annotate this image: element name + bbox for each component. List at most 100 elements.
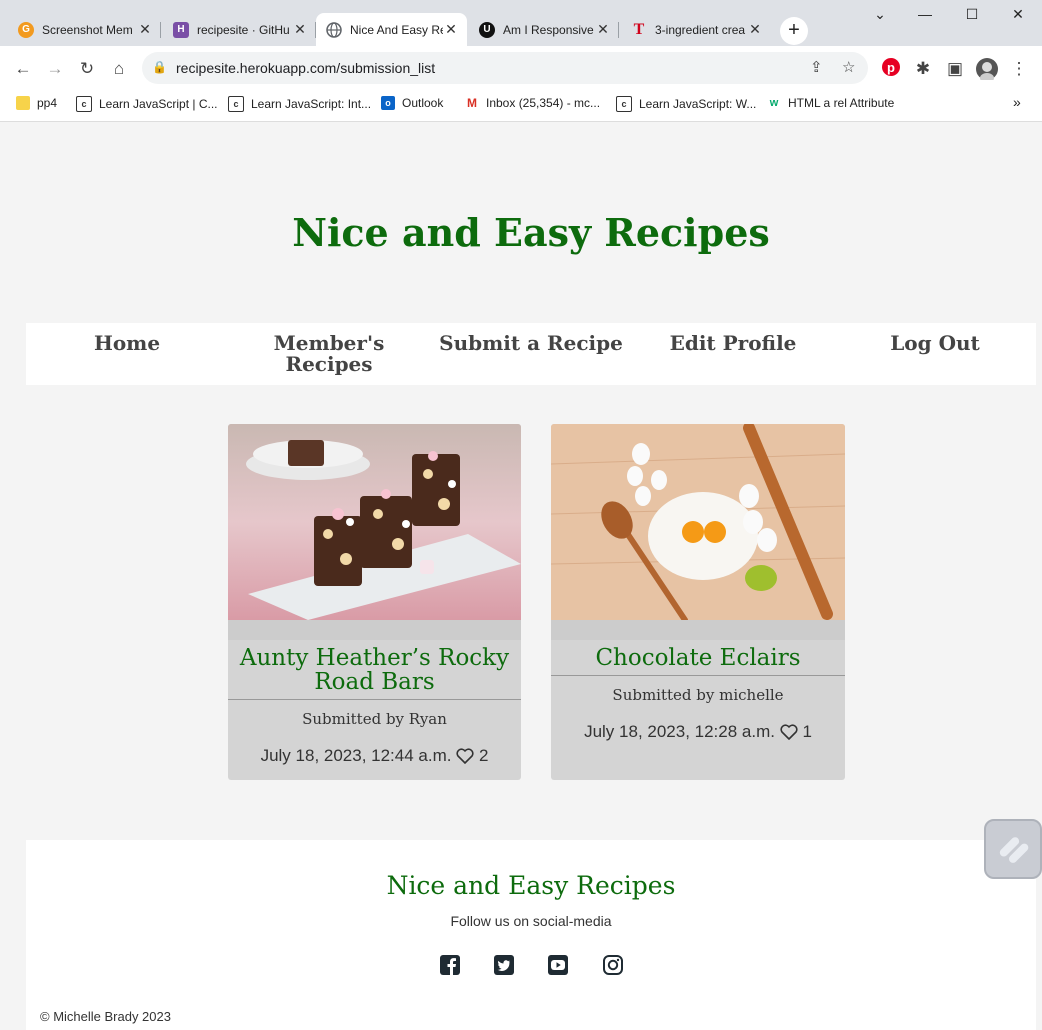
folder-icon xyxy=(16,96,30,110)
nav-members-recipes[interactable]: Member's Recipes xyxy=(228,333,430,375)
bookmark-label: Outlook xyxy=(402,96,444,110)
site-title[interactable]: Nice and Easy Recipes xyxy=(0,210,1042,255)
close-tab-icon[interactable]: ✕ xyxy=(595,21,611,38)
bookmark-outlook[interactable]: o Outlook xyxy=(381,96,443,110)
facebook-icon[interactable] xyxy=(439,954,461,976)
instagram-icon[interactable] xyxy=(602,954,624,976)
bookmark-learn-js-3[interactable]: c Learn JavaScript: W... xyxy=(616,96,756,112)
pinterest-extension-icon[interactable]: p xyxy=(880,58,902,80)
t-favicon-icon: T xyxy=(633,20,645,38)
profile-avatar[interactable] xyxy=(976,58,998,83)
tab-title: Am I Responsive xyxy=(503,22,594,37)
copyright-text: © Michelle Brady 2023 xyxy=(40,1009,171,1024)
nav-submit-recipe[interactable]: Submit a Recipe xyxy=(430,333,632,354)
eclairs-image[interactable] xyxy=(551,424,845,620)
bookmark-star-icon[interactable]: ☆ xyxy=(842,58,855,76)
recipe-title[interactable]: Chocolate Eclairs xyxy=(551,646,845,670)
tab-nice-and-easy[interactable]: Nice And Easy Re ✕ xyxy=(316,13,467,46)
tab-title: Nice And Easy Re xyxy=(350,22,443,37)
close-window-icon[interactable]: ✕ xyxy=(1008,6,1028,23)
recipe-meta: July 18, 2023, 12:44 a.m. 2 xyxy=(228,746,521,769)
bookmark-html-rel[interactable]: w HTML a rel Attribute xyxy=(767,96,895,110)
nav-members-line2: Recipes xyxy=(285,352,373,376)
nav-log-out[interactable]: Log Out xyxy=(834,333,1036,354)
close-tab-icon[interactable]: ✕ xyxy=(443,21,459,38)
bookmark-label: Inbox (25,354) - mc... xyxy=(486,96,601,110)
back-icon[interactable]: ← xyxy=(12,58,34,80)
card-divider xyxy=(228,699,521,700)
tab-title: 3-ingredient crea xyxy=(655,22,746,37)
bookmark-pp4[interactable]: pp4 xyxy=(16,96,57,110)
svg-text:p: p xyxy=(887,60,895,75)
site-footer: Nice and Easy Recipes Follow us on socia… xyxy=(26,840,1036,1030)
heroku-favicon-icon: H xyxy=(173,21,189,38)
submitted-by: Submitted by michelle xyxy=(612,686,784,704)
tab-am-i-responsive[interactable]: U Am I Responsive ✕ xyxy=(469,13,619,46)
bookmark-label: pp4 xyxy=(37,96,58,110)
nav-edit-profile[interactable]: Edit Profile xyxy=(632,333,834,354)
recipe-card[interactable]: Chocolate Eclairs Submitted by michelle … xyxy=(551,424,845,780)
submitted-by: Submitted by Ryan xyxy=(302,710,447,728)
screenshot-favicon-icon: G xyxy=(18,21,34,38)
nav-home[interactable]: Home xyxy=(26,333,228,354)
main-nav: Home Member's Recipes Submit a Recipe Ed… xyxy=(26,323,1036,385)
new-tab-button[interactable]: + xyxy=(780,17,808,45)
recipe-title[interactable]: Aunty Heather’s Rocky Road Bars xyxy=(228,646,521,694)
tab-3-ingredient[interactable]: T 3-ingredient crea ✕ xyxy=(621,13,771,46)
gmail-icon: M xyxy=(467,96,477,110)
codecademy-icon: c xyxy=(228,96,244,112)
outlook-icon: o xyxy=(381,96,395,110)
likes-count: 2 xyxy=(478,746,489,765)
twitter-icon[interactable] xyxy=(493,954,515,976)
tab-title: recipesite · GitHu xyxy=(197,22,290,37)
recipe-card[interactable]: Aunty Heather’s Rocky Road Bars Submitte… xyxy=(228,424,521,780)
forward-icon[interactable]: → xyxy=(44,58,66,80)
bookmark-label: HTML a rel Attribute xyxy=(788,96,895,110)
close-tab-icon[interactable]: ✕ xyxy=(747,21,763,38)
tab-screenshot[interactable]: G Screenshot Mem ✕ xyxy=(8,13,161,46)
floating-extension-button[interactable] xyxy=(984,819,1042,879)
reload-icon[interactable]: ↻ xyxy=(76,58,98,80)
heart-icon[interactable] xyxy=(780,724,798,745)
browser-toolbar: ← → ↻ ⌂ 🔒 recipesite.herokuapp.com/submi… xyxy=(0,46,1042,90)
extensions-puzzle-icon[interactable]: ✱ xyxy=(912,58,934,80)
recipe-title-line2: Road Bars xyxy=(314,669,435,695)
rocky-road-image[interactable] xyxy=(228,424,521,620)
more-bookmarks-button[interactable]: » xyxy=(1013,94,1021,110)
codecademy-icon: c xyxy=(76,96,92,112)
tab-search-chevron-icon[interactable]: ⌄ xyxy=(870,6,890,23)
page-content: Nice and Easy Recipes Home Member's Reci… xyxy=(0,122,1042,1030)
maximize-icon[interactable]: ☐ xyxy=(962,6,982,23)
bookmark-learn-js-1[interactable]: c Learn JavaScript | C... xyxy=(76,96,218,112)
card-divider xyxy=(551,675,845,676)
menu-kebab-icon[interactable]: ⋮ xyxy=(1008,58,1030,80)
browser-chrome: G Screenshot Mem ✕ H recipesite · GitHu … xyxy=(0,0,1042,122)
codecademy-icon: c xyxy=(616,96,632,112)
recipe-title-line1: Aunty Heather’s Rocky xyxy=(239,645,510,671)
footer-title: Nice and Easy Recipes xyxy=(386,871,676,900)
url-text[interactable]: recipesite.herokuapp.com/submission_list xyxy=(176,60,435,76)
bookmark-gmail[interactable]: M Inbox (25,354) - mc... xyxy=(465,96,600,110)
minimize-icon[interactable]: — xyxy=(915,6,935,22)
close-tab-icon[interactable]: ✕ xyxy=(292,21,308,38)
youtube-icon[interactable] xyxy=(547,954,569,976)
pencil-stripes-icon xyxy=(999,837,1029,863)
likes-count: 1 xyxy=(802,722,812,741)
heart-icon[interactable] xyxy=(456,748,474,769)
tab-github[interactable]: H recipesite · GitHu ✕ xyxy=(163,13,316,46)
lock-icon: 🔒 xyxy=(152,60,167,74)
bookmark-label: Learn JavaScript: Int... xyxy=(251,97,372,111)
close-tab-icon[interactable]: ✕ xyxy=(137,21,153,38)
address-bar[interactable]: 🔒 recipesite.herokuapp.com/submission_li… xyxy=(142,52,868,84)
bookmark-learn-js-2[interactable]: c Learn JavaScript: Int... xyxy=(228,96,371,112)
card-title-band xyxy=(551,620,845,640)
recipe-meta: July 18, 2023, 12:28 a.m. 1 xyxy=(551,722,845,745)
tab-title: Screenshot Mem xyxy=(42,22,133,37)
bookmark-label: Learn JavaScript | C... xyxy=(99,97,218,111)
footer-follow-text: Follow us on social-media xyxy=(450,913,612,929)
globe-icon xyxy=(326,21,342,38)
home-icon[interactable]: ⌂ xyxy=(108,58,130,80)
tab-strip: G Screenshot Mem ✕ H recipesite · GitHu … xyxy=(0,0,1042,46)
side-panel-icon[interactable]: ▣ xyxy=(944,58,966,80)
share-icon[interactable]: ⇪ xyxy=(810,58,823,76)
